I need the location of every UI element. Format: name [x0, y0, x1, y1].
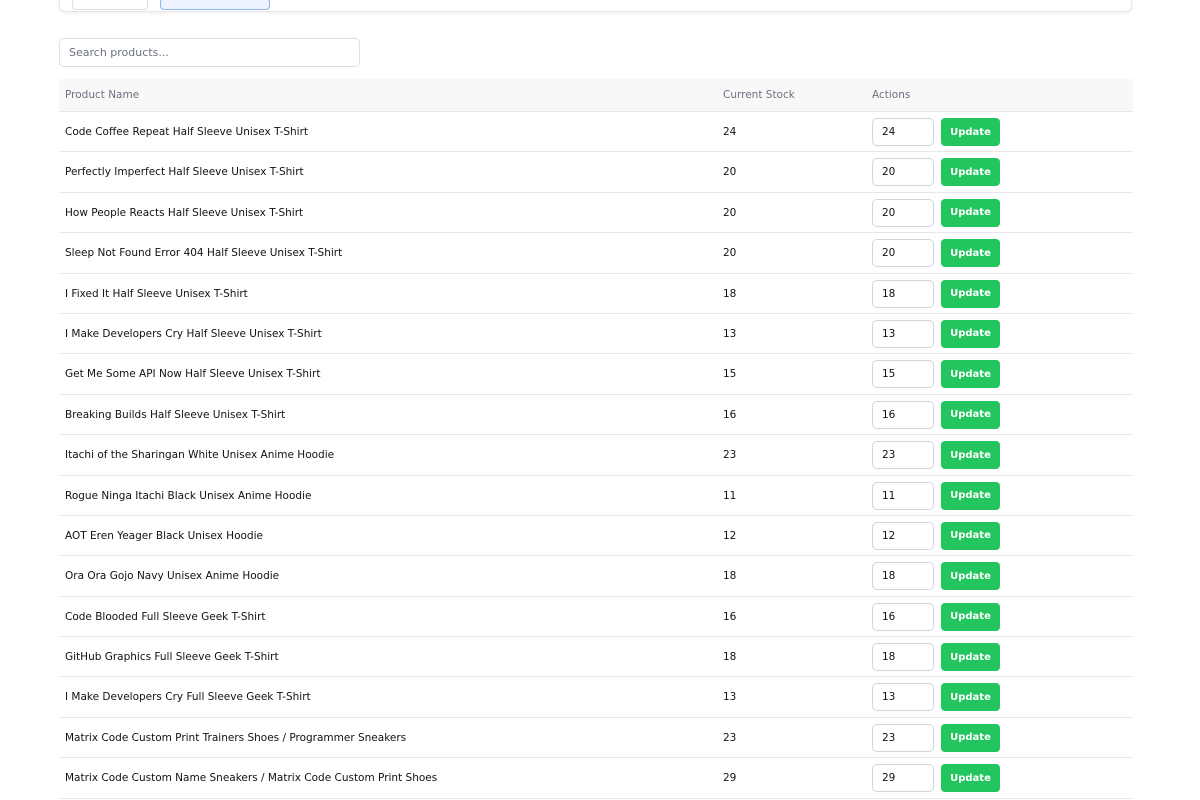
current-stock-cell: 23 [723, 449, 737, 462]
stock-quantity-input[interactable] [872, 400, 934, 429]
update-button[interactable]: Update [941, 481, 1000, 510]
table-row: Get Me Some API Now Half Sleeve Unisex T… [59, 354, 1133, 395]
current-stock-cell: 16 [723, 610, 737, 623]
top-card-button[interactable] [72, 0, 148, 10]
table-row: Sleep Not Found Error 404 Half Sleeve Un… [59, 233, 1133, 274]
search-input[interactable] [59, 38, 360, 67]
table-header: Product Name Current Stock Actions [59, 79, 1133, 112]
product-name-cell: I Make Developers Cry Half Sleeve Unisex… [65, 327, 322, 340]
table-row: How People Reacts Half Sleeve Unisex T-S… [59, 193, 1133, 234]
update-button[interactable]: Update [941, 198, 1000, 227]
stock-quantity-input[interactable] [872, 683, 934, 712]
table-row: Matrix Code Custom Print Trainers Shoes … [59, 718, 1133, 759]
current-stock-cell: 13 [723, 327, 737, 340]
current-stock-cell: 12 [723, 529, 737, 542]
current-stock-cell: 16 [723, 408, 737, 421]
stock-quantity-input[interactable] [872, 643, 934, 672]
stock-quantity-input[interactable] [872, 279, 934, 308]
inventory-table: Product Name Current Stock Actions Code … [59, 79, 1133, 799]
column-header-actions: Actions [872, 89, 911, 101]
stock-quantity-input[interactable] [872, 319, 934, 348]
product-name-cell: Code Blooded Full Sleeve Geek T-Shirt [65, 610, 266, 623]
product-name-cell: GitHub Graphics Full Sleeve Geek T-Shirt [65, 651, 279, 664]
table-row: Code Coffee Repeat Half Sleeve Unisex T-… [59, 112, 1133, 153]
table-row: GitHub Graphics Full Sleeve Geek T-Shirt… [59, 637, 1133, 678]
update-button[interactable]: Update [941, 400, 1000, 429]
table-body: Code Coffee Repeat Half Sleeve Unisex T-… [59, 112, 1133, 799]
table-row: Perfectly Imperfect Half Sleeve Unisex T… [59, 152, 1133, 193]
top-card [59, 0, 1132, 12]
update-button[interactable]: Update [941, 602, 1000, 631]
stock-quantity-input[interactable] [872, 118, 934, 146]
product-name-cell: Perfectly Imperfect Half Sleeve Unisex T… [65, 166, 304, 179]
product-name-cell: Code Coffee Repeat Half Sleeve Unisex T-… [65, 126, 309, 138]
table-row: Rogue Ninga Itachi Black Unisex Anime Ho… [59, 476, 1133, 516]
table-row: Breaking Builds Half Sleeve Unisex T-Shi… [59, 395, 1133, 436]
product-name-cell: Ora Ora Gojo Navy Unisex Anime Hoodie [65, 570, 280, 583]
current-stock-cell: 23 [723, 731, 737, 744]
product-name-cell: I Make Developers Cry Full Sleeve Geek T… [65, 691, 311, 704]
product-name-cell: AOT Eren Yeager Black Unisex Hoodie [65, 529, 263, 542]
table-row: Ora Ora Gojo Navy Unisex Anime Hoodie 18 U… [59, 556, 1133, 597]
stock-quantity-input[interactable] [872, 239, 934, 268]
table-row: I Fixed It Half Sleeve Unisex T-Shirt 18 U… [59, 274, 1133, 314]
current-stock-cell: 18 [723, 287, 737, 300]
update-button[interactable]: Update [941, 521, 1000, 550]
update-button[interactable]: Update [941, 441, 1000, 470]
product-name-cell: Breaking Builds Half Sleeve Unisex T-Shi… [65, 408, 286, 421]
current-stock-cell: 20 [723, 166, 737, 179]
stock-quantity-input[interactable] [872, 198, 934, 227]
table-row: AOT Eren Yeager Black Unisex Hoodie 12 Upd… [59, 516, 1133, 557]
current-stock-cell: 13 [723, 691, 737, 704]
product-name-cell: Rogue Ninga Itachi Black Unisex Anime Ho… [65, 489, 312, 502]
current-stock-cell: 24 [723, 126, 737, 138]
current-stock-cell: 20 [723, 206, 737, 219]
update-button[interactable]: Update [941, 118, 1000, 146]
product-name-cell: How People Reacts Half Sleeve Unisex T-S… [65, 206, 304, 219]
product-name-cell: Itachi of the Sharingan White Unisex Ani… [65, 449, 335, 462]
update-button[interactable]: Update [941, 683, 1000, 712]
product-name-cell: Matrix Code Custom Print Trainers Shoes … [65, 731, 407, 744]
table-row: Matrix Code Custom Name Sneakers / Matri… [59, 758, 1133, 799]
stock-quantity-input[interactable] [872, 764, 934, 793]
table-row: Itachi of the Sharingan White Unisex Ani… [59, 435, 1133, 476]
column-header-product-name: Product Name [65, 89, 140, 101]
stock-quantity-input[interactable] [872, 360, 934, 389]
stock-quantity-input[interactable] [872, 521, 934, 550]
update-button[interactable]: Update [941, 764, 1000, 793]
update-button[interactable]: Update [941, 562, 1000, 591]
update-button[interactable]: Update [941, 643, 1000, 672]
top-card-primary-button[interactable] [160, 0, 270, 10]
current-stock-cell: 11 [723, 489, 737, 502]
table-row: I Make Developers Cry Half Sleeve Unisex… [59, 314, 1133, 355]
table-row: Code Blooded Full Sleeve Geek T-Shirt 16 U… [59, 597, 1133, 638]
update-button[interactable]: Update [941, 158, 1000, 187]
column-header-current-stock: Current Stock [723, 89, 795, 101]
update-button[interactable]: Update [941, 239, 1000, 268]
current-stock-cell: 20 [723, 247, 737, 260]
product-name-cell: Get Me Some API Now Half Sleeve Unisex T… [65, 368, 321, 381]
stock-quantity-input[interactable] [872, 481, 934, 510]
update-button[interactable]: Update [941, 360, 1000, 389]
stock-quantity-input[interactable] [872, 602, 934, 631]
current-stock-cell: 15 [723, 368, 737, 381]
product-name-cell: I Fixed It Half Sleeve Unisex T-Shirt [65, 287, 248, 300]
current-stock-cell: 18 [723, 570, 737, 583]
current-stock-cell: 18 [723, 651, 737, 664]
update-button[interactable]: Update [941, 723, 1000, 752]
update-button[interactable]: Update [941, 319, 1000, 348]
stock-quantity-input[interactable] [872, 723, 934, 752]
table-row: I Make Developers Cry Full Sleeve Geek T… [59, 677, 1133, 718]
stock-quantity-input[interactable] [872, 562, 934, 591]
current-stock-cell: 29 [723, 772, 737, 785]
stock-quantity-input[interactable] [872, 158, 934, 187]
update-button[interactable]: Update [941, 279, 1000, 308]
product-name-cell: Matrix Code Custom Name Sneakers / Matri… [65, 772, 438, 785]
stock-quantity-input[interactable] [872, 441, 934, 470]
product-name-cell: Sleep Not Found Error 404 Half Sleeve Un… [65, 247, 343, 260]
